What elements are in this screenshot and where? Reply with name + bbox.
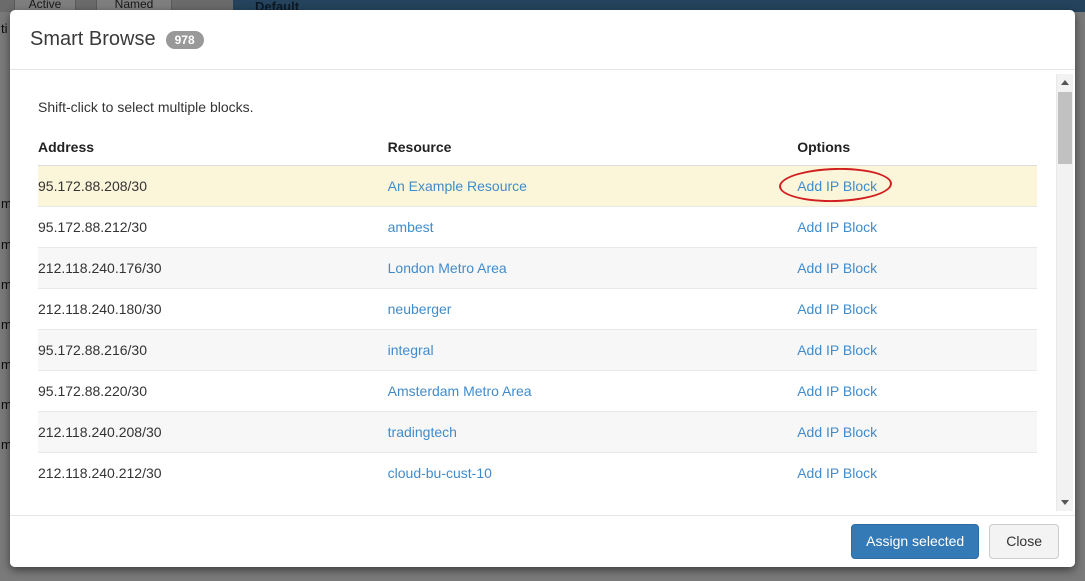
address-cell: 95.172.88.208/30 <box>38 166 388 207</box>
blocks-table: Address Resource Options 95.172.88.208/3… <box>38 131 1037 493</box>
resource-cell: London Metro Area <box>388 248 798 289</box>
options-cell: Add IP Block <box>797 289 1037 330</box>
address-cell: 212.118.240.208/30 <box>38 412 388 453</box>
table-body: 95.172.88.208/30 An Example Resource Add… <box>38 166 1037 494</box>
table-row[interactable]: 95.172.88.216/30 integral Add IP Block <box>38 330 1037 371</box>
table-row[interactable]: 212.118.240.212/30 cloud-bu-cust-10 Add … <box>38 453 1037 494</box>
resource-cell: integral <box>388 330 798 371</box>
close-button[interactable]: Close <box>989 524 1059 559</box>
table-row[interactable]: 212.118.240.176/30 London Metro Area Add… <box>38 248 1037 289</box>
options-cell: Add IP Block <box>797 371 1037 412</box>
resource-cell: ambest <box>388 207 798 248</box>
table-head: Address Resource Options <box>38 131 1037 166</box>
add-ip-block-link[interactable]: Add IP Block <box>797 465 877 481</box>
table-row[interactable]: 212.118.240.180/30 neuberger Add IP Bloc… <box>38 289 1037 330</box>
option-wrapper: Add IP Block <box>797 219 877 235</box>
count-badge: 978 <box>166 31 204 49</box>
resource-link[interactable]: neuberger <box>388 301 452 317</box>
address-cell: 95.172.88.212/30 <box>38 207 388 248</box>
add-ip-block-link[interactable]: Add IP Block <box>797 424 877 440</box>
resource-cell: Amsterdam Metro Area <box>388 371 798 412</box>
resource-cell: neuberger <box>388 289 798 330</box>
option-wrapper: Add IP Block <box>797 178 877 194</box>
table-header-row: Address Resource Options <box>38 131 1037 166</box>
table-row[interactable]: 95.172.88.220/30 Amsterdam Metro Area Ad… <box>38 371 1037 412</box>
assign-selected-button[interactable]: Assign selected <box>851 524 979 559</box>
option-wrapper: Add IP Block <box>797 301 877 317</box>
options-column-header: Options <box>797 131 1037 166</box>
address-cell: 212.118.240.212/30 <box>38 453 388 494</box>
resource-link[interactable]: integral <box>388 342 434 358</box>
table-row[interactable]: 212.118.240.208/30 tradingtech Add IP Bl… <box>38 412 1037 453</box>
options-cell: Add IP Block <box>797 207 1037 248</box>
smart-browse-modal: Smart Browse 978 Shift-click to select m… <box>10 10 1075 567</box>
hint-text: Shift-click to select multiple blocks. <box>38 99 1037 115</box>
address-cell: 212.118.240.176/30 <box>38 248 388 289</box>
option-wrapper: Add IP Block <box>797 342 877 358</box>
resource-cell: An Example Resource <box>388 166 798 207</box>
scroll-up-button[interactable] <box>1057 74 1073 91</box>
modal-footer: Assign selected Close <box>10 515 1075 567</box>
option-wrapper: Add IP Block <box>797 465 877 481</box>
table-row[interactable]: 95.172.88.208/30 An Example Resource Add… <box>38 166 1037 207</box>
resource-link[interactable]: London Metro Area <box>388 260 507 276</box>
options-cell: Add IP Block <box>797 453 1037 494</box>
options-cell: Add IP Block <box>797 166 1037 207</box>
options-cell: Add IP Block <box>797 330 1037 371</box>
resource-link[interactable]: cloud-bu-cust-10 <box>388 465 492 481</box>
add-ip-block-link[interactable]: Add IP Block <box>797 178 877 194</box>
scrollbar-thumb[interactable] <box>1058 92 1072 164</box>
vertical-scrollbar[interactable] <box>1056 74 1073 511</box>
options-cell: Add IP Block <box>797 412 1037 453</box>
modal-body: Shift-click to select multiple blocks. A… <box>10 71 1075 515</box>
option-wrapper: Add IP Block <box>797 383 877 399</box>
add-ip-block-link[interactable]: Add IP Block <box>797 342 877 358</box>
scroll-up-icon <box>1061 80 1069 85</box>
modal-header: Smart Browse 978 <box>10 10 1075 70</box>
modal-title: Smart Browse <box>30 28 156 51</box>
address-cell: 95.172.88.220/30 <box>38 371 388 412</box>
add-ip-block-link[interactable]: Add IP Block <box>797 260 877 276</box>
address-cell: 95.172.88.216/30 <box>38 330 388 371</box>
address-cell: 212.118.240.180/30 <box>38 289 388 330</box>
option-wrapper: Add IP Block <box>797 424 877 440</box>
table-row[interactable]: 95.172.88.212/30 ambest Add IP Block <box>38 207 1037 248</box>
add-ip-block-link[interactable]: Add IP Block <box>797 301 877 317</box>
resource-link[interactable]: ambest <box>388 219 434 235</box>
option-wrapper: Add IP Block <box>797 260 877 276</box>
scroll-down-icon <box>1061 500 1069 505</box>
resource-cell: tradingtech <box>388 412 798 453</box>
resource-link[interactable]: Amsterdam Metro Area <box>388 383 532 399</box>
add-ip-block-link[interactable]: Add IP Block <box>797 219 877 235</box>
resource-link[interactable]: tradingtech <box>388 424 457 440</box>
address-column-header: Address <box>38 131 388 166</box>
resource-link[interactable]: An Example Resource <box>388 178 527 194</box>
resource-column-header: Resource <box>388 131 798 166</box>
scroll-down-button[interactable] <box>1057 494 1073 511</box>
resource-cell: cloud-bu-cust-10 <box>388 453 798 494</box>
options-cell: Add IP Block <box>797 248 1037 289</box>
add-ip-block-link[interactable]: Add IP Block <box>797 383 877 399</box>
